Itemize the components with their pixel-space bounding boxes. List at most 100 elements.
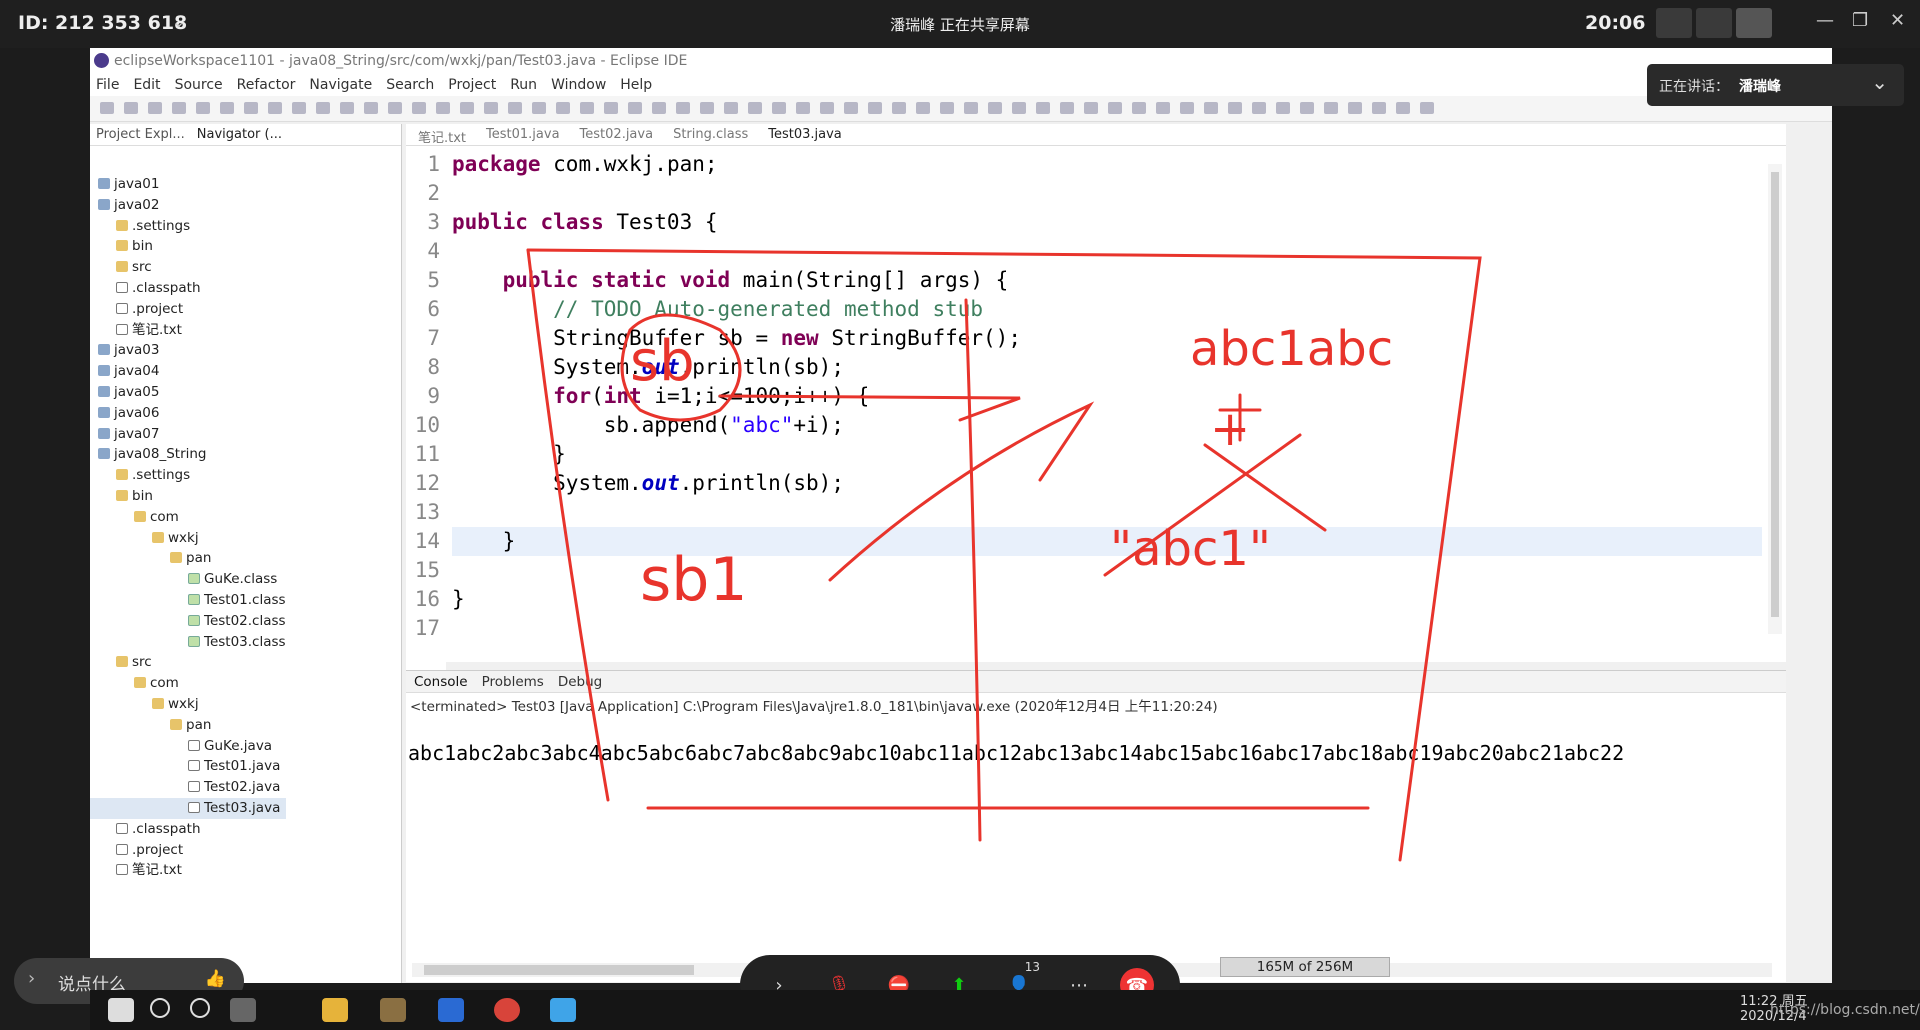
toolbar-button-icon[interactable] [412, 102, 426, 114]
toolbar-button-icon[interactable] [508, 102, 522, 114]
toolbar-button-icon[interactable] [196, 102, 210, 114]
menu-source[interactable]: Source [175, 77, 223, 96]
search-icon[interactable] [150, 998, 170, 1018]
toolbar-button-icon[interactable] [676, 102, 690, 114]
toolbar-button-icon[interactable] [124, 102, 138, 114]
tab-test01-java[interactable]: Test01.java [486, 127, 560, 145]
start-icon[interactable] [108, 998, 134, 1022]
toolbar-button-icon[interactable] [532, 102, 546, 114]
tree-item[interactable]: java05 [90, 382, 286, 403]
tab-string-class[interactable]: String.class [673, 127, 748, 145]
menu-refactor[interactable]: Refactor [237, 77, 296, 96]
tree-item[interactable]: Test01.class [90, 590, 286, 611]
tab-test03-java[interactable]: Test03.java [768, 127, 842, 145]
tree-item[interactable]: GuKe.java [90, 736, 286, 757]
tree-item[interactable]: .classpath [90, 278, 286, 299]
toolbar-button-icon[interactable] [820, 102, 834, 114]
toolbar-button-icon[interactable] [940, 102, 954, 114]
tree-item[interactable]: src [90, 257, 286, 278]
toolbar-button-icon[interactable] [628, 102, 642, 114]
restore-icon[interactable]: ❐ [1852, 10, 1868, 31]
toolbar-button-icon[interactable] [1420, 102, 1434, 114]
tab-console[interactable]: Console [414, 674, 468, 692]
menu-window[interactable]: Window [551, 77, 606, 96]
tree-item[interactable]: java07 [90, 424, 286, 445]
tree-item[interactable]: pan [90, 715, 286, 736]
menu-project[interactable]: Project [448, 77, 496, 96]
toolbar-button-icon[interactable] [1036, 102, 1050, 114]
toolbar-button-icon[interactable] [1108, 102, 1122, 114]
tree-item[interactable]: Test03.class [90, 632, 286, 653]
focus-view-button[interactable] [1736, 8, 1772, 38]
toolbar-button-icon[interactable] [1180, 102, 1194, 114]
toolbar-button-icon[interactable] [724, 102, 738, 114]
toolbar-button-icon[interactable] [244, 102, 258, 114]
toolbar-button-icon[interactable] [868, 102, 882, 114]
toolbar-button-icon[interactable] [964, 102, 978, 114]
tree-item[interactable]: Test02.java [90, 777, 286, 798]
toolbar-button-icon[interactable] [988, 102, 1002, 114]
meeting-app-icon[interactable] [550, 998, 576, 1022]
task-view-icon[interactable] [230, 998, 256, 1022]
tree-item[interactable]: 笔记.txt [90, 320, 286, 341]
toolbar-button-icon[interactable] [1276, 102, 1290, 114]
tree-item[interactable]: .project [90, 299, 286, 320]
toolbar-button-icon[interactable] [844, 102, 858, 114]
word-icon[interactable] [438, 998, 464, 1022]
tree-item[interactable]: java06 [90, 403, 286, 424]
toolbar-button-icon[interactable] [1156, 102, 1170, 114]
tree-item[interactable]: java01 [90, 174, 286, 195]
tree-item[interactable]: bin [90, 486, 286, 507]
tree-item[interactable]: java03 [90, 340, 286, 361]
scroll-thumb[interactable] [424, 965, 694, 975]
toolbar-button-icon[interactable] [364, 102, 378, 114]
menu-help[interactable]: Help [620, 77, 652, 96]
heap-status[interactable]: 165M of 256M [1220, 957, 1390, 977]
toolbar-button-icon[interactable] [1132, 102, 1146, 114]
tab-project-explorer[interactable]: Project Expl... [96, 127, 185, 145]
tree-item[interactable]: com [90, 673, 286, 694]
cortana-icon[interactable] [190, 998, 210, 1018]
menu-file[interactable]: File [96, 77, 119, 96]
toolbar-button-icon[interactable] [796, 102, 810, 114]
toolbar-button-icon[interactable] [292, 102, 306, 114]
toolbar-button-icon[interactable] [388, 102, 402, 114]
toolbar-button-icon[interactable] [316, 102, 330, 114]
tree-item[interactable]: .settings [90, 216, 286, 237]
tree-item[interactable]: wxkj [90, 528, 286, 549]
toolbar-button-icon[interactable] [1204, 102, 1218, 114]
code-area[interactable]: package com.wxkj.pan; public class Test0… [452, 150, 1762, 643]
toolbar-button-icon[interactable] [772, 102, 786, 114]
tree-item[interactable]: src [90, 652, 286, 673]
eclipse-taskbar-icon[interactable] [380, 998, 406, 1022]
toolbar-button-icon[interactable] [652, 102, 666, 114]
editor-vertical-scrollbar[interactable] [1768, 164, 1782, 634]
toolbar-button-icon[interactable] [604, 102, 618, 114]
toolbar-button-icon[interactable] [220, 102, 234, 114]
toolbar-button-icon[interactable] [1348, 102, 1362, 114]
tree-item[interactable]: Test01.java [90, 756, 286, 777]
toolbar-button-icon[interactable] [1060, 102, 1074, 114]
grid-view-button[interactable] [1656, 8, 1692, 38]
toolbar-button-icon[interactable] [748, 102, 762, 114]
toolbar-button-icon[interactable] [700, 102, 714, 114]
tree-item[interactable]: Test03.java [90, 797, 286, 819]
toolbar-button-icon[interactable] [100, 102, 114, 114]
tree-item[interactable]: bin [90, 236, 286, 257]
tree-item[interactable]: .project [90, 840, 286, 861]
minimize-icon[interactable]: — [1816, 10, 1834, 31]
tree-item[interactable]: wxkj [90, 694, 286, 715]
tree-item[interactable]: .classpath [90, 819, 286, 840]
scroll-thumb[interactable] [1771, 172, 1779, 617]
chevron-right-icon[interactable]: › [28, 968, 35, 989]
chevron-down-icon[interactable]: ⌄ [1871, 70, 1888, 94]
split-view-button[interactable] [1696, 8, 1732, 38]
close-icon[interactable]: ✕ [1890, 10, 1905, 31]
console-output[interactable]: abc1abc2abc3abc4abc5abc6abc7abc8abc9abc1… [408, 741, 1624, 765]
toolbar-button-icon[interactable] [1252, 102, 1266, 114]
toolbar-button-icon[interactable] [172, 102, 186, 114]
toolbar-button-icon[interactable] [436, 102, 450, 114]
tree-item[interactable]: pan [90, 548, 286, 569]
menu-search[interactable]: Search [386, 77, 434, 96]
tab-debug[interactable]: Debug [558, 674, 602, 692]
